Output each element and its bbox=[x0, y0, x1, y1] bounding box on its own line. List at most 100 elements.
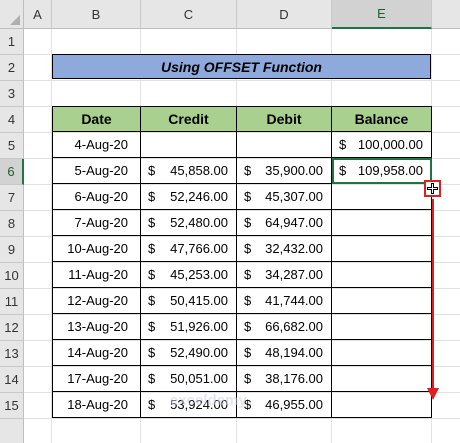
debit-value: 48,194.00 bbox=[265, 345, 323, 360]
credit-cell[interactable] bbox=[141, 132, 237, 158]
balance-cell[interactable]: $100,000.00 bbox=[332, 132, 432, 158]
column-header-b[interactable]: B bbox=[52, 0, 141, 29]
row-header-5[interactable]: 5 bbox=[0, 133, 24, 159]
currency-symbol: $ bbox=[244, 215, 252, 230]
credit-cell[interactable]: $52,490.00 bbox=[141, 340, 237, 366]
credit-value: 52,480.00 bbox=[170, 215, 228, 230]
debit-value: 38,176.00 bbox=[265, 371, 323, 386]
balance-cell[interactable] bbox=[332, 288, 432, 314]
sheet-title[interactable]: Using OFFSET Function bbox=[52, 54, 431, 79]
credit-value: 52,246.00 bbox=[170, 189, 228, 204]
column-header-f-partial[interactable] bbox=[432, 0, 460, 29]
row-header-6[interactable]: 6 bbox=[0, 159, 24, 185]
credit-value: 45,253.00 bbox=[170, 267, 228, 282]
balance-cell[interactable] bbox=[332, 366, 432, 392]
row-header-7[interactable]: 7 bbox=[0, 185, 24, 211]
row-header-3[interactable]: 3 bbox=[0, 81, 24, 107]
header-date[interactable]: Date bbox=[52, 106, 141, 132]
debit-cell[interactable]: $35,900.00 bbox=[237, 158, 332, 184]
date-cell[interactable]: 12-Aug-20 bbox=[52, 288, 141, 314]
table-row: 13-Aug-20 $51,926.00 $66,682.00 bbox=[52, 314, 432, 340]
balance-cell[interactable] bbox=[332, 236, 432, 262]
watermark-text: exceldemy bbox=[170, 392, 247, 409]
table-row: 17-Aug-20 $50,051.00 $38,176.00 bbox=[52, 366, 432, 392]
balance-cell[interactable] bbox=[332, 262, 432, 288]
spreadsheet-grid[interactable]: A B C D E 1 2 3 4 5 6 7 8 9 10 11 12 13 … bbox=[0, 0, 460, 443]
currency-symbol: $ bbox=[339, 137, 347, 152]
credit-cell[interactable]: $51,926.00 bbox=[141, 314, 237, 340]
credit-value: 45,858.00 bbox=[170, 163, 228, 178]
debit-cell[interactable]: $32,432.00 bbox=[237, 236, 332, 262]
row-header-8[interactable]: 8 bbox=[0, 211, 24, 237]
balance-cell[interactable]: $109,958.00 bbox=[332, 158, 432, 184]
row-header-10[interactable]: 10 bbox=[0, 263, 24, 289]
credit-cell[interactable]: $47,766.00 bbox=[141, 236, 237, 262]
column-header-e[interactable]: E bbox=[332, 0, 432, 29]
column-header-a[interactable]: A bbox=[24, 0, 52, 29]
select-all-corner[interactable] bbox=[0, 0, 24, 29]
credit-value: 50,051.00 bbox=[170, 371, 228, 386]
debit-cell[interactable]: $41,744.00 bbox=[237, 288, 332, 314]
currency-symbol: $ bbox=[244, 189, 252, 204]
date-cell[interactable]: 10-Aug-20 bbox=[52, 236, 141, 262]
currency-symbol: $ bbox=[148, 371, 156, 386]
date-cell[interactable]: 6-Aug-20 bbox=[52, 184, 141, 210]
currency-symbol: $ bbox=[148, 241, 156, 256]
currency-symbol: $ bbox=[244, 293, 252, 308]
credit-cell[interactable]: $45,253.00 bbox=[141, 262, 237, 288]
debit-cell[interactable]: $66,682.00 bbox=[237, 314, 332, 340]
currency-symbol: $ bbox=[244, 371, 252, 386]
balance-cell[interactable] bbox=[332, 210, 432, 236]
row-header-13[interactable]: 13 bbox=[0, 341, 24, 367]
date-cell[interactable]: 18-Aug-20 bbox=[52, 392, 141, 418]
header-balance[interactable]: Balance bbox=[332, 106, 432, 132]
balance-cell[interactable] bbox=[332, 314, 432, 340]
debit-cell[interactable]: $34,287.00 bbox=[237, 262, 332, 288]
date-cell[interactable]: 17-Aug-20 bbox=[52, 366, 141, 392]
currency-symbol: $ bbox=[148, 163, 156, 178]
row-header-12[interactable]: 12 bbox=[0, 315, 24, 341]
row-header-11[interactable]: 11 bbox=[0, 289, 24, 315]
debit-value: 64,947.00 bbox=[265, 215, 323, 230]
credit-cell[interactable]: $52,480.00 bbox=[141, 210, 237, 236]
date-cell[interactable]: 11-Aug-20 bbox=[52, 262, 141, 288]
date-cell[interactable]: 5-Aug-20 bbox=[52, 158, 141, 184]
credit-value: 50,415.00 bbox=[170, 293, 228, 308]
column-header-c[interactable]: C bbox=[141, 0, 237, 29]
date-cell[interactable]: 4-Aug-20 bbox=[52, 132, 141, 158]
credit-cell[interactable]: $50,415.00 bbox=[141, 288, 237, 314]
row-header-9[interactable]: 9 bbox=[0, 237, 24, 263]
currency-symbol: $ bbox=[148, 319, 156, 334]
table-row: 10-Aug-20 $47,766.00 $32,432.00 bbox=[52, 236, 432, 262]
row-header-16-partial[interactable] bbox=[0, 419, 24, 443]
date-cell[interactable]: 13-Aug-20 bbox=[52, 314, 141, 340]
row-header-14[interactable]: 14 bbox=[0, 367, 24, 393]
debit-cell[interactable] bbox=[237, 132, 332, 158]
credit-cell[interactable]: $52,246.00 bbox=[141, 184, 237, 210]
debit-cell[interactable]: $46,955.00 bbox=[237, 392, 332, 418]
balance-cell[interactable] bbox=[332, 184, 432, 210]
currency-symbol: $ bbox=[148, 215, 156, 230]
column-header-d[interactable]: D bbox=[237, 0, 332, 29]
row-header-15[interactable]: 15 bbox=[0, 393, 24, 419]
debit-cell[interactable]: $38,176.00 bbox=[237, 366, 332, 392]
debit-cell[interactable]: $64,947.00 bbox=[237, 210, 332, 236]
table-row: 12-Aug-20 $50,415.00 $41,744.00 bbox=[52, 288, 432, 314]
balance-cell[interactable] bbox=[332, 340, 432, 366]
header-debit[interactable]: Debit bbox=[237, 106, 332, 132]
row-header-2[interactable]: 2 bbox=[0, 55, 24, 81]
table-row: 4-Aug-20 $100,000.00 bbox=[52, 132, 432, 158]
row-header-4[interactable]: 4 bbox=[0, 107, 24, 133]
debit-cell[interactable]: $48,194.00 bbox=[237, 340, 332, 366]
date-cell[interactable]: 7-Aug-20 bbox=[52, 210, 141, 236]
date-cell[interactable]: 14-Aug-20 bbox=[52, 340, 141, 366]
credit-cell[interactable]: $45,858.00 bbox=[141, 158, 237, 184]
row-header-1[interactable]: 1 bbox=[0, 29, 24, 55]
arrow-down-icon bbox=[427, 388, 439, 400]
currency-symbol: $ bbox=[244, 345, 252, 360]
header-credit[interactable]: Credit bbox=[141, 106, 237, 132]
currency-symbol: $ bbox=[244, 241, 252, 256]
debit-cell[interactable]: $45,307.00 bbox=[237, 184, 332, 210]
credit-cell[interactable]: $50,051.00 bbox=[141, 366, 237, 392]
balance-cell[interactable] bbox=[332, 392, 432, 418]
